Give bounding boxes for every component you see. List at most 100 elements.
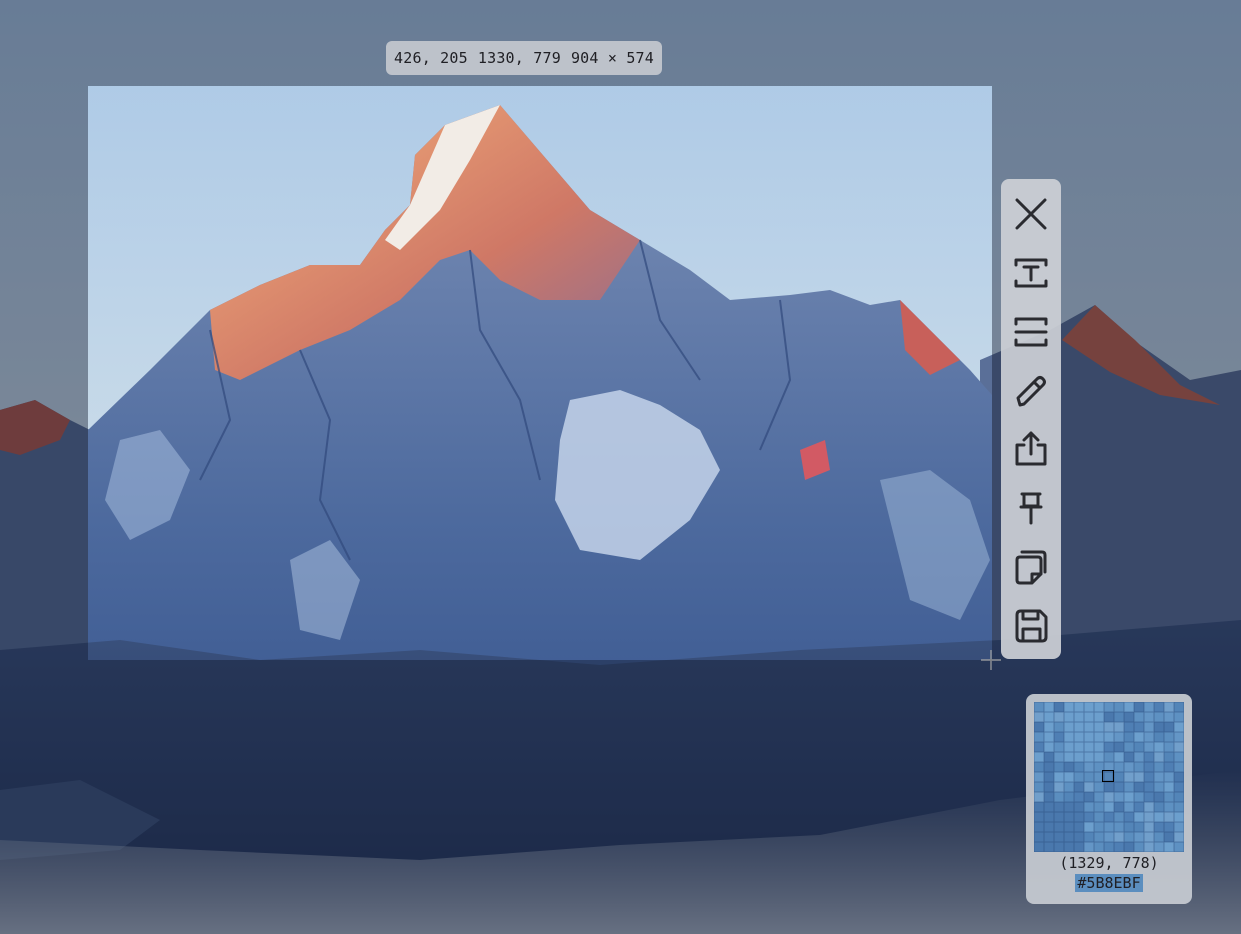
magnified-pixel — [1124, 712, 1134, 722]
magnified-pixel — [1054, 812, 1064, 822]
magnified-pixel — [1174, 722, 1184, 732]
magnified-pixel — [1044, 832, 1054, 842]
pin-button[interactable] — [1008, 483, 1054, 534]
magnified-pixel — [1064, 712, 1074, 722]
magnified-pixel — [1124, 752, 1134, 762]
magnified-pixel — [1114, 722, 1124, 732]
magnified-pixel — [1164, 712, 1174, 722]
magnified-pixel — [1124, 842, 1134, 852]
magnified-pixel — [1084, 832, 1094, 842]
magnified-pixel — [1164, 702, 1174, 712]
capture-selection-region[interactable] — [88, 86, 992, 660]
magnified-pixel — [1074, 712, 1084, 722]
magnified-pixel — [1124, 832, 1134, 842]
share-icon — [1015, 431, 1047, 466]
magnified-pixel — [1174, 802, 1184, 812]
magnified-pixel — [1034, 742, 1044, 752]
magnified-pixel — [1044, 802, 1054, 812]
share-button[interactable] — [1008, 424, 1054, 475]
scroll-capture-button[interactable] — [1008, 307, 1054, 358]
magnified-pixel — [1154, 732, 1164, 742]
magnified-pixel — [1074, 812, 1084, 822]
save-icon — [1015, 609, 1048, 643]
magnified-pixel — [1134, 832, 1144, 842]
magnified-pixel — [1094, 752, 1104, 762]
magnified-pixel — [1174, 832, 1184, 842]
magnified-pixel — [1154, 822, 1164, 832]
magnified-pixel — [1124, 802, 1134, 812]
magnified-pixel — [1114, 732, 1124, 742]
magnified-pixel — [1084, 782, 1094, 792]
magnified-pixel — [1154, 832, 1164, 842]
copy-button[interactable] — [1008, 542, 1054, 593]
magnified-pixel — [1084, 812, 1094, 822]
magnified-pixel — [1164, 832, 1174, 842]
magnified-pixel — [1094, 802, 1104, 812]
magnified-pixel — [1174, 762, 1184, 772]
cursor-position-readout: (1329, 778) — [1059, 854, 1159, 872]
magnified-pixel — [1064, 782, 1074, 792]
magnified-pixel — [1174, 822, 1184, 832]
magnified-pixel — [1144, 722, 1154, 732]
magnified-pixel — [1154, 842, 1164, 852]
annotate-button[interactable] — [1008, 365, 1054, 416]
magnified-pixel — [1154, 802, 1164, 812]
magnified-pixel — [1084, 742, 1094, 752]
magnified-pixel — [1154, 772, 1164, 782]
magnified-pixel — [1164, 802, 1174, 812]
magnified-pixel — [1164, 722, 1174, 732]
magnified-pixel — [1084, 772, 1094, 782]
magnified-pixel — [1034, 782, 1044, 792]
magnified-pixel — [1104, 842, 1114, 852]
ocr-text-button[interactable] — [1008, 248, 1054, 299]
magnified-pixel — [1054, 752, 1064, 762]
magnified-pixel — [1054, 822, 1064, 832]
magnified-pixel — [1134, 722, 1144, 732]
magnified-pixel — [1064, 752, 1074, 762]
magnified-pixel — [1074, 772, 1084, 782]
magnified-pixel — [1124, 782, 1134, 792]
magnified-pixel — [1044, 772, 1054, 782]
magnified-pixel — [1134, 792, 1144, 802]
copy-icon — [1015, 550, 1047, 585]
magnified-pixel — [1084, 802, 1094, 812]
magnified-pixel — [1134, 812, 1144, 822]
magnified-pixel — [1064, 832, 1074, 842]
close-button[interactable] — [1008, 189, 1054, 240]
magnified-pixel — [1054, 722, 1064, 732]
magnified-pixel — [1114, 782, 1124, 792]
magnified-pixel — [1114, 702, 1124, 712]
magnified-pixel-grid — [1034, 702, 1184, 852]
magnified-pixel — [1044, 702, 1054, 712]
magnified-pixel — [1174, 772, 1184, 782]
magnified-pixel — [1074, 842, 1084, 852]
magnified-pixel — [1054, 762, 1064, 772]
magnified-pixel — [1144, 762, 1154, 772]
magnified-pixel — [1094, 782, 1104, 792]
magnified-pixel — [1074, 762, 1084, 772]
magnified-pixel — [1144, 842, 1154, 852]
save-button[interactable] — [1008, 600, 1054, 651]
magnified-pixel — [1084, 732, 1094, 742]
magnified-pixel — [1144, 772, 1154, 782]
magnified-pixel — [1064, 702, 1074, 712]
magnified-pixel — [1094, 742, 1104, 752]
magnified-pixel — [1034, 712, 1044, 722]
magnified-pixel — [1094, 812, 1104, 822]
magnified-pixel — [1034, 702, 1044, 712]
pixel-color-hex[interactable]: #5B8EBF — [1075, 874, 1143, 892]
magnified-pixel — [1114, 812, 1124, 822]
magnified-pixel — [1044, 782, 1054, 792]
magnified-pixel — [1084, 722, 1094, 732]
magnified-pixel — [1154, 762, 1164, 772]
magnified-pixel — [1054, 802, 1064, 812]
magnified-pixel — [1144, 732, 1154, 742]
magnified-pixel — [1064, 732, 1074, 742]
magnified-pixel — [1144, 782, 1154, 792]
magnified-pixel — [1084, 702, 1094, 712]
magnified-pixel — [1044, 762, 1054, 772]
magnified-pixel — [1054, 702, 1064, 712]
magnified-pixel — [1034, 732, 1044, 742]
magnified-pixel — [1174, 752, 1184, 762]
magnified-pixel — [1164, 792, 1174, 802]
